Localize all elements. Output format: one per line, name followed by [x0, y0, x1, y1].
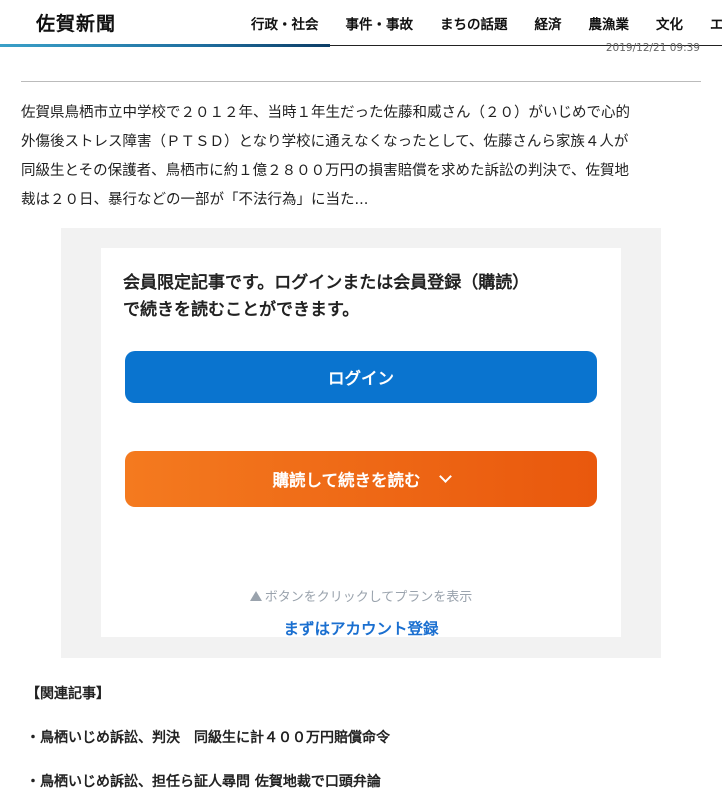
- nav-item-gyosei[interactable]: 行政・社会: [251, 13, 319, 33]
- nav-item-truncated[interactable]: エ: [710, 13, 722, 33]
- plan-hint: ボタンをクリックしてプランを表示: [101, 586, 621, 605]
- login-button-label: ログイン: [328, 369, 394, 388]
- article-lead: 佐賀県鳥栖市立中学校で２０１２年、当時１年生だった佐藤和威さん（２０）がいじめで…: [21, 99, 701, 215]
- related-article-link[interactable]: ・鳥栖いじめ訴訟、判決 同級生に計４００万円賠償命令: [26, 727, 390, 747]
- paywall-box: 会員限定記事です。ログインまたは会員登録（購読） で続きを読むことができます。 …: [61, 228, 661, 658]
- main-nav: 行政・社会 事件・事故 まちの話題 経済 農漁業 文化 エ: [251, 13, 722, 33]
- nav-item-bunka[interactable]: 文化: [656, 13, 683, 33]
- paywall-card: 会員限定記事です。ログインまたは会員登録（購読） で続きを読むことができます。 …: [101, 248, 621, 639]
- lead-line: 外傷後ストレス障害（ＰＴＳＤ）となり学校に通えなくなったとして、佐藤さんら家族４…: [21, 134, 629, 150]
- article-divider: [21, 81, 701, 82]
- login-button[interactable]: ログイン: [125, 351, 597, 403]
- related-articles-heading: 【関連記事】: [26, 686, 110, 702]
- related-article-link[interactable]: ・鳥栖いじめ訴訟、担任ら証人尋問 佐賀地裁で口頭弁論: [26, 771, 381, 791]
- header-accent-line: [0, 44, 330, 47]
- paywall-message: 会員限定記事です。ログインまたは会員登録（購読） で続きを読むことができます。: [123, 270, 603, 324]
- nav-item-jiken[interactable]: 事件・事故: [346, 13, 414, 33]
- plan-hint-text: ボタンをクリックしてプランを表示: [264, 590, 473, 605]
- triangle-up-icon: [249, 591, 262, 601]
- nav-item-nogyo[interactable]: 農漁業: [589, 13, 630, 33]
- lead-line: 同級生とその保護者、鳥栖市に約１億２８００万円の損害賠償を求めた訴訟の判決で、佐…: [21, 163, 629, 179]
- chevron-down-icon: [438, 469, 452, 483]
- paywall-message-line: で続きを読むことができます。: [123, 300, 360, 320]
- subscribe-button-label: 購読して続きを読む: [272, 471, 421, 490]
- lead-line: 佐賀県鳥栖市立中学校で２０１２年、当時１年生だった佐藤和威さん（２０）がいじめで…: [21, 105, 630, 121]
- article-timestamp: 2019/12/21 09:39: [605, 42, 700, 54]
- site-logo[interactable]: 佐賀新聞: [36, 9, 116, 36]
- nav-item-keizai[interactable]: 経済: [535, 13, 562, 33]
- nav-item-machi[interactable]: まちの話題: [440, 13, 508, 33]
- paywall-message-line: 会員限定記事です。ログインまたは会員登録（購読）: [123, 273, 530, 293]
- lead-line: 裁は２０日、暴行などの一部が「不法行為」に当た...: [21, 192, 369, 208]
- account-register-link[interactable]: まずはアカウント登録: [101, 617, 621, 639]
- site-header: 佐賀新聞 行政・社会 事件・事故 まちの話題 経済 農漁業 文化 エ: [0, 0, 722, 47]
- subscribe-button[interactable]: 購読して続きを読む: [125, 451, 597, 507]
